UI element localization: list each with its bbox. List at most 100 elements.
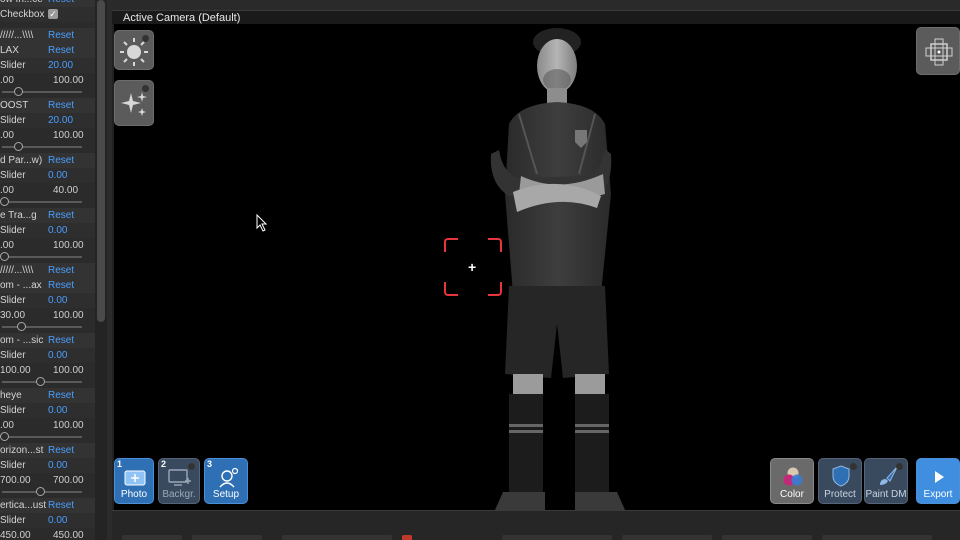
- mode-label: Photo: [120, 489, 148, 500]
- toolbar-field[interactable]: [502, 535, 612, 540]
- control-row: Slider 0.00: [0, 223, 95, 238]
- tool-status-dot: [142, 85, 149, 92]
- slider-max-label: 450.00: [53, 530, 84, 540]
- slider-max-label: 100.00: [53, 420, 84, 431]
- checkbox[interactable]: ✓: [48, 9, 58, 19]
- camera-viewport[interactable]: + 1 Photo 2 Backgr. 3 Setup Color Protec…: [114, 24, 960, 510]
- slider-handle[interactable]: [36, 377, 45, 386]
- tool-label: Paint DM: [865, 489, 907, 500]
- focus-target-box[interactable]: +: [444, 238, 502, 296]
- slider-value-field[interactable]: 0.00: [48, 293, 67, 308]
- reset-link[interactable]: Reset: [48, 43, 74, 58]
- slider-handle[interactable]: [0, 432, 9, 441]
- camera-view-tool-button[interactable]: [916, 27, 960, 75]
- slider-max-label: 100.00: [53, 130, 84, 141]
- section-title: heye: [0, 390, 22, 401]
- viewport-top-bar: [112, 0, 960, 10]
- photo-mode-button[interactable]: 1 Photo: [114, 458, 154, 504]
- mode-number: 3: [207, 459, 213, 469]
- slider-track[interactable]: [2, 436, 82, 438]
- paint-dm-tool-button[interactable]: Paint DM: [864, 458, 908, 504]
- slider-row: 450.00 450.00: [0, 528, 95, 540]
- slider-value-field[interactable]: 0.00: [48, 458, 67, 473]
- slider-row: 30.00 100.00: [0, 308, 95, 333]
- reset-link[interactable]: Reset: [48, 28, 74, 43]
- inspector-section: d Par...w) Reset Slider 0.00 .00 40.00: [0, 153, 95, 208]
- reset-link[interactable]: Reset: [48, 263, 74, 278]
- toolbar-field[interactable]: [822, 535, 932, 540]
- reset-link[interactable]: Reset: [48, 153, 74, 168]
- slider-value-field[interactable]: 0.00: [48, 403, 67, 418]
- inspector-section: LAX Reset Slider 20.00 .00 100.00: [0, 43, 95, 98]
- slider-min-label: 30.00: [0, 310, 26, 321]
- inspector-section: OOST Reset Slider 20.00 .00 100.00: [0, 98, 95, 153]
- slider-row: .00 100.00: [0, 418, 95, 443]
- slider-track[interactable]: [2, 256, 82, 258]
- control-type-label: Slider: [0, 295, 26, 306]
- toolbar-field[interactable]: [282, 535, 392, 540]
- record-indicator[interactable]: [402, 535, 412, 540]
- control-row: Slider 20.00: [0, 113, 95, 128]
- inspector-scrollbar[interactable]: [95, 0, 107, 540]
- tool-label: Protect: [824, 489, 856, 500]
- slider-track[interactable]: [2, 201, 82, 203]
- reset-link[interactable]: Reset: [48, 388, 74, 403]
- slider-row: 700.00 700.00: [0, 473, 95, 498]
- reset-link[interactable]: Reset: [48, 278, 74, 293]
- setup-mode-button[interactable]: 3 Setup: [204, 458, 248, 504]
- toolbar-field[interactable]: [622, 535, 712, 540]
- reset-link[interactable]: Reset: [48, 0, 74, 7]
- slider-value-field[interactable]: 20.00: [48, 58, 73, 73]
- slider-track[interactable]: [2, 326, 82, 328]
- slider-handle[interactable]: [0, 197, 9, 206]
- slider-row: .00 100.00: [0, 128, 95, 153]
- tool-status-dot: [896, 463, 903, 470]
- control-row: Slider 20.00: [0, 58, 95, 73]
- section-title: om - ...sic: [0, 335, 44, 346]
- focus-corner-bl: [444, 282, 458, 296]
- reset-link[interactable]: Reset: [48, 333, 74, 348]
- lighting-tool-button[interactable]: [114, 30, 154, 70]
- toolbar-field[interactable]: [722, 535, 812, 540]
- reset-link[interactable]: Reset: [48, 98, 74, 113]
- slider-handle[interactable]: [0, 252, 9, 261]
- export-tool-button[interactable]: Export: [916, 458, 960, 504]
- slider-value-field[interactable]: 0.00: [48, 168, 67, 183]
- toolbar-field[interactable]: [122, 535, 182, 540]
- reset-link[interactable]: Reset: [48, 208, 74, 223]
- slider-min-label: .00: [0, 185, 14, 196]
- protect-tool-button[interactable]: Protect: [818, 458, 862, 504]
- slider-value-field[interactable]: 0.00: [48, 513, 67, 528]
- section-title: OOST: [0, 100, 29, 111]
- sparkles-icon: [121, 92, 147, 116]
- slider-value-field[interactable]: 0.00: [48, 348, 67, 363]
- slider-handle[interactable]: [36, 487, 45, 496]
- slider-value-field[interactable]: 20.00: [48, 113, 73, 128]
- slider-handle[interactable]: [16, 322, 26, 331]
- slider-handle[interactable]: [14, 87, 24, 96]
- toolbar-field[interactable]: [192, 535, 262, 540]
- slider-max-label: 100.00: [53, 75, 84, 86]
- slider-handle[interactable]: [14, 142, 24, 151]
- slider-row: 100.00 100.00: [0, 363, 95, 388]
- reset-link[interactable]: Reset: [48, 498, 74, 513]
- background-mode-button[interactable]: 2 Backgr.: [158, 458, 200, 504]
- control-type-label: Slider: [0, 115, 26, 126]
- photo-add-icon: [124, 470, 146, 486]
- section-header: ertica...ust Reset: [0, 498, 95, 513]
- person-gear-icon: [219, 467, 239, 488]
- section-title: /////...\\\\: [0, 265, 34, 276]
- viewport-bottom-toolbar: [112, 510, 960, 540]
- effects-tool-button[interactable]: [114, 80, 154, 126]
- color-tool-button[interactable]: Color: [770, 458, 814, 504]
- slider-min-label: .00: [0, 420, 14, 431]
- tool-status-dot: [142, 35, 149, 42]
- slider-value-field[interactable]: 0.00: [48, 223, 67, 238]
- section-header: om - ...ax Reset: [0, 278, 95, 293]
- shield-icon: [832, 465, 850, 487]
- slider-min-label: 450.00: [0, 530, 31, 540]
- inspector-scrollbar-thumb[interactable]: [97, 0, 105, 322]
- reset-link[interactable]: Reset: [48, 443, 74, 458]
- slider-max-label: 700.00: [53, 475, 84, 486]
- slider-max-label: 40.00: [53, 185, 79, 196]
